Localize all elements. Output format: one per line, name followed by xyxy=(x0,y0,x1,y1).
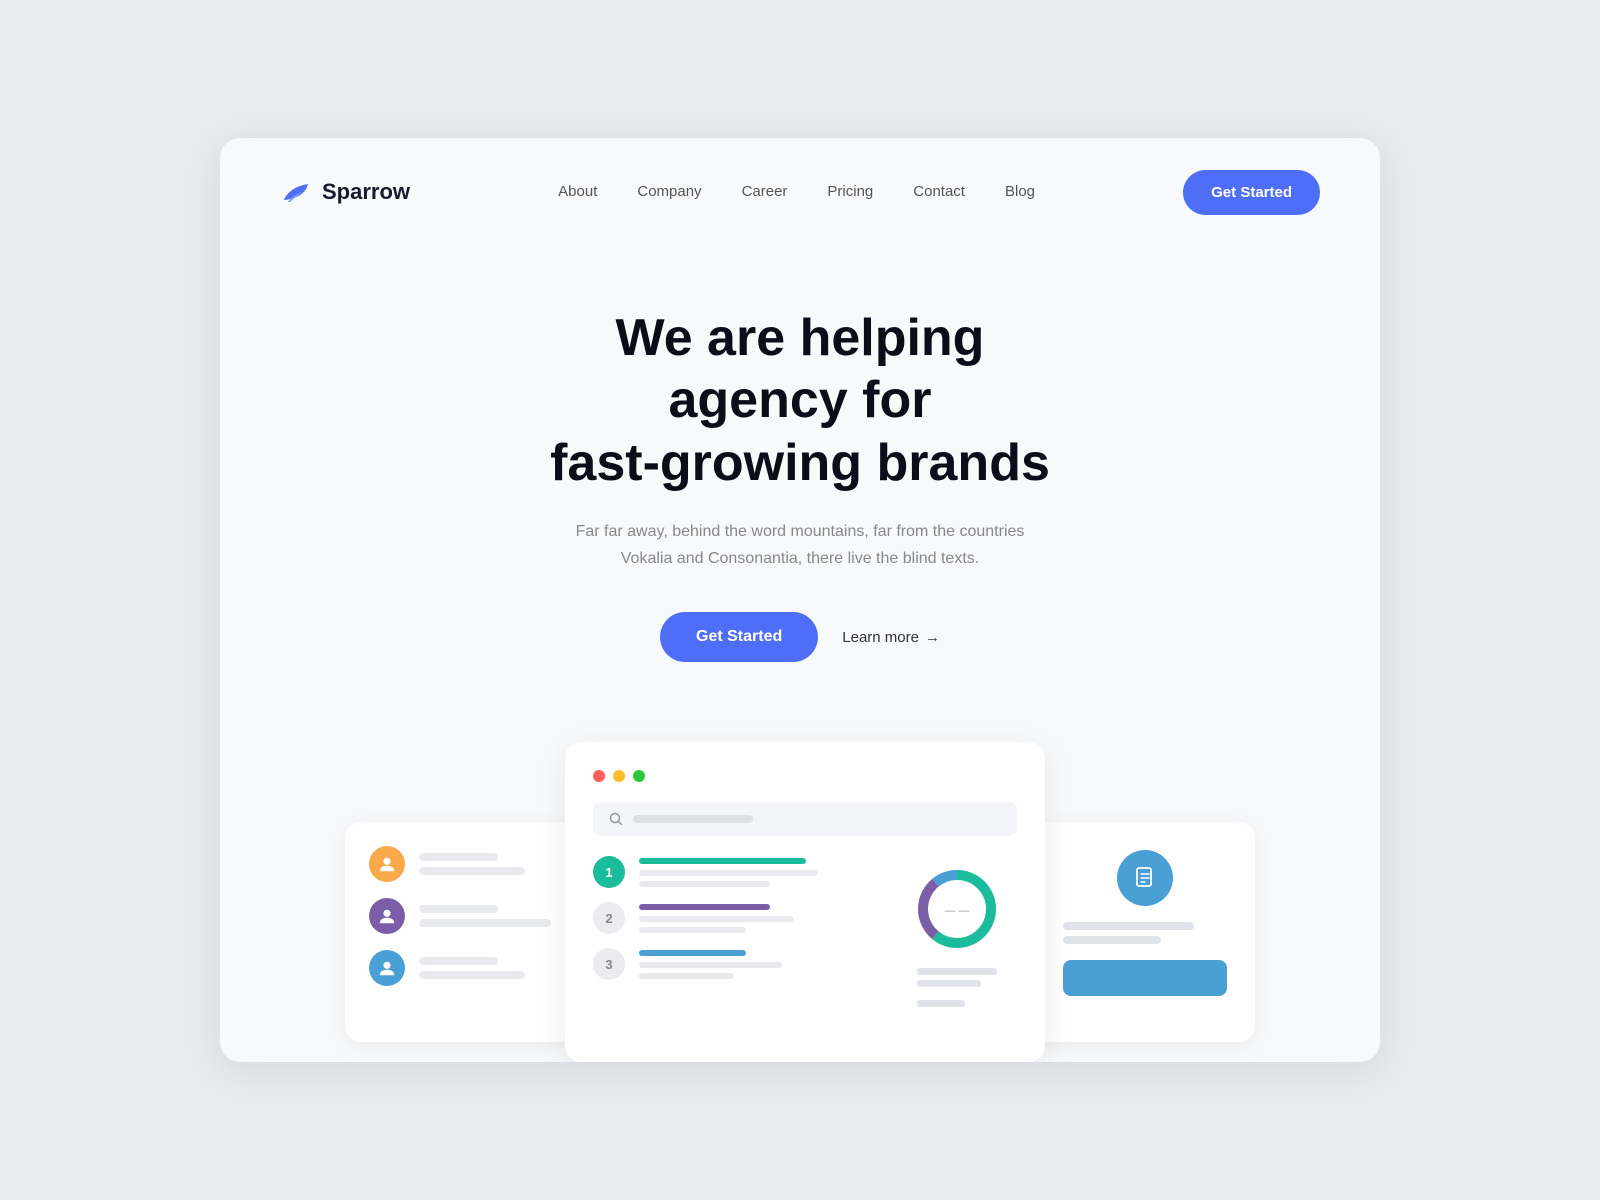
file-text-lines xyxy=(1063,922,1227,944)
nav-contact[interactable]: Contact xyxy=(913,183,965,200)
nav-links: About Company Career Pricing Contact Blo… xyxy=(558,183,1035,201)
file-icon xyxy=(1117,850,1173,906)
card-users xyxy=(345,822,575,1042)
bar-1 xyxy=(639,858,806,864)
nav-about[interactable]: About xyxy=(558,183,597,200)
window-controls xyxy=(593,770,1017,782)
user-text-2 xyxy=(419,905,551,927)
rank-badge-3: 3 xyxy=(593,948,625,980)
window-dot-green xyxy=(633,770,645,782)
card-center-content: 1 2 xyxy=(593,856,1017,1007)
hero-cta: Get Started Learn more → xyxy=(280,612,1320,662)
nav-company[interactable]: Company xyxy=(637,183,701,200)
bar-3 xyxy=(639,950,746,956)
logo[interactable]: Sparrow xyxy=(280,176,410,208)
user-row-3 xyxy=(369,950,551,986)
window-dot-red xyxy=(593,770,605,782)
hero-get-started-button[interactable]: Get Started xyxy=(660,612,818,662)
hero-learn-more-button[interactable]: Learn more → xyxy=(842,629,940,646)
user-text-1 xyxy=(419,853,551,875)
user-row-2 xyxy=(369,898,551,934)
sparrow-logo-icon xyxy=(280,176,312,208)
avatar-3 xyxy=(369,950,405,986)
hero-subtitle: Far far away, behind the word mountains,… xyxy=(550,518,1050,572)
nav-blog[interactable]: Blog xyxy=(1005,183,1035,200)
search-icon xyxy=(609,812,623,826)
hero-title: We are helping agency for fast-growing b… xyxy=(520,307,1080,494)
file-action-button[interactable] xyxy=(1063,960,1227,996)
list-item-3: 3 xyxy=(593,948,877,980)
user-text-3 xyxy=(419,957,551,979)
card-file xyxy=(1035,822,1255,1042)
search-bar xyxy=(593,802,1017,836)
bar-2 xyxy=(639,904,770,910)
avatar-1 xyxy=(369,846,405,882)
rank-badge-2: 2 xyxy=(593,902,625,934)
nav-pricing[interactable]: Pricing xyxy=(827,183,873,200)
card-main: 1 2 xyxy=(565,742,1045,1062)
list-item-1: 1 xyxy=(593,856,877,888)
avatar-2 xyxy=(369,898,405,934)
donut-labels xyxy=(917,968,997,1007)
svg-text:— —: — — xyxy=(944,905,969,917)
nav-get-started-button[interactable]: Get Started xyxy=(1183,170,1320,215)
navbar: Sparrow About Company Career Pricing Con… xyxy=(220,138,1380,247)
window-dot-yellow xyxy=(613,770,625,782)
logo-text: Sparrow xyxy=(322,179,410,205)
donut-chart-svg: — — xyxy=(912,864,1002,954)
rank-badge-1: 1 xyxy=(593,856,625,888)
page-container: Sparrow About Company Career Pricing Con… xyxy=(220,138,1380,1063)
list-item-2: 2 xyxy=(593,902,877,934)
illustration-area: 1 2 xyxy=(220,682,1380,1062)
ranked-list: 1 2 xyxy=(593,856,877,1007)
user-row-1 xyxy=(369,846,551,882)
nav-career[interactable]: Career xyxy=(742,183,788,200)
donut-section: — — xyxy=(897,856,1017,1007)
hero-section: We are helping agency for fast-growing b… xyxy=(220,247,1380,683)
